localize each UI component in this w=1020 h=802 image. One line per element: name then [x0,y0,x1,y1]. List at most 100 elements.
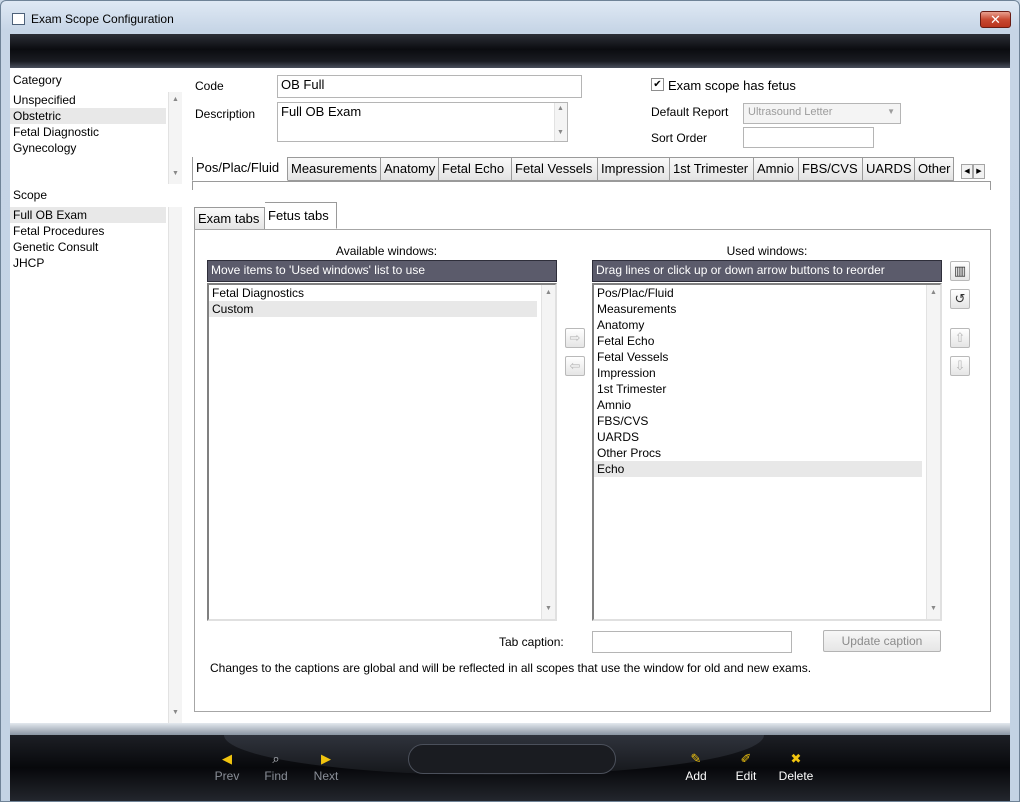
list-item[interactable]: Custom [209,301,537,317]
list-item[interactable]: FBS/CVS [594,413,940,429]
main-tabstrip: Pos/Plac/Fluid Measurements Anatomy Feta… [192,157,954,181]
tab-exam-tabs[interactable]: Exam tabs [194,207,265,231]
tab-fetus-tabs[interactable]: Fetus tabs [265,202,337,229]
tab-fetal-echo[interactable]: Fetal Echo [439,157,512,181]
list-item[interactable]: UARDS [594,429,940,445]
find-icon: ⌕ [272,751,280,766]
tab-fbs-cvs[interactable]: FBS/CVS [799,157,863,181]
tab-scroll-arrows: ◀ ▶ [961,164,985,179]
tab-fetal-vessels[interactable]: Fetal Vessels [512,157,598,181]
columns-icon[interactable]: ▥ [950,261,970,281]
list-item[interactable]: Echo [594,461,922,477]
scroll-down-icon[interactable]: ▼ [172,709,179,716]
toolbar-center-pill [408,744,616,774]
list-item[interactable]: Measurements [594,301,940,317]
list-item[interactable]: Genetic Consult [10,239,182,255]
add-label: Add [685,769,707,783]
dropdown-arrow-icon[interactable]: ▼ [887,107,895,116]
tab-other-procs[interactable]: Other Procs [915,157,954,181]
move-right-icon[interactable]: ⇨ [565,328,585,348]
list-item[interactable]: Full OB Exam [10,207,166,223]
description-label: Description [195,107,256,121]
available-scrollbar[interactable]: ▲ ▼ [541,285,555,619]
scroll-down-icon[interactable]: ▼ [557,129,564,136]
scroll-down-icon[interactable]: ▼ [172,170,179,177]
list-item[interactable]: Fetal Vessels [594,349,940,365]
scroll-up-icon[interactable]: ▲ [172,96,179,103]
category-list[interactable]: Unspecified Obstetric Fetal Diagnostic G… [10,92,182,184]
next-icon: ▶ [321,751,331,766]
sort-order-input[interactable] [743,127,874,148]
fetus-tabs-panel: Available windows: Move items to 'Used w… [194,229,991,712]
move-down-icon[interactable]: ⇩ [950,356,970,376]
code-label: Code [195,79,224,93]
available-windows-title: Available windows: [335,244,438,258]
scroll-down-icon[interactable]: ▼ [545,605,552,612]
description-scrollbar[interactable]: ▲ ▼ [554,103,567,141]
next-button[interactable]: ▶ Next [301,749,351,783]
tab-scroll-left-icon[interactable]: ◀ [961,164,973,179]
edit-button[interactable]: ✐ Edit [721,749,771,783]
category-scrollbar[interactable]: ▲ ▼ [168,92,182,184]
tab-impression[interactable]: Impression [598,157,670,181]
undo-icon[interactable]: ↺ [950,289,970,309]
list-item[interactable]: Obstetric [10,108,166,124]
scroll-up-icon[interactable]: ▲ [545,289,552,296]
scroll-up-icon[interactable]: ▲ [557,105,564,112]
window-title: Exam Scope Configuration [31,12,174,26]
scope-scrollbar[interactable]: ▼ [168,207,182,723]
tab-uards[interactable]: UARDS [863,157,915,181]
bottom-divider [10,723,1010,735]
title-bar: Exam Scope Configuration ✕ [1,1,1019,34]
description-input[interactable]: Full OB Exam [277,102,568,142]
add-button[interactable]: ✎ Add [671,749,721,783]
category-header: Category [13,73,62,87]
list-item[interactable]: Anatomy [594,317,940,333]
list-item[interactable]: 1st Trimester [594,381,940,397]
tab-caption-input[interactable] [592,631,792,653]
delete-button[interactable]: ✖ Delete [771,749,821,783]
tab-1st-trimester[interactable]: 1st Trimester [670,157,754,181]
list-item[interactable]: Fetal Procedures [10,223,182,239]
delete-label: Delete [778,769,814,783]
list-item[interactable]: Fetal Diagnostics [209,285,537,301]
list-item[interactable]: Fetal Diagnostic [10,124,182,140]
move-left-icon[interactable]: ⇦ [565,356,585,376]
available-windows-header: Move items to 'Used windows' list to use [207,260,557,282]
used-scrollbar[interactable]: ▲ ▼ [926,285,940,619]
tab-pos-plac-fluid[interactable]: Pos/Plac/Fluid [192,157,288,181]
update-caption-button[interactable]: Update caption [823,630,941,652]
tab-amnio[interactable]: Amnio [754,157,799,181]
scroll-up-icon[interactable]: ▲ [930,289,937,296]
tab-measurements[interactable]: Measurements [288,157,381,181]
prev-icon: ◀ [222,751,232,766]
next-label: Next [313,769,339,783]
code-input[interactable]: OB Full [277,75,582,98]
find-button[interactable]: ⌕ Find [251,749,301,783]
list-item[interactable]: Fetal Echo [594,333,940,349]
list-item[interactable]: Pos/Plac/Fluid [594,285,940,301]
list-item[interactable]: Other Procs [594,445,940,461]
default-report-label: Default Report [651,105,729,119]
available-windows-list[interactable]: Fetal Diagnostics Custom ▲ ▼ [207,283,557,621]
edit-icon: ✐ [740,751,752,766]
fetus-checkbox[interactable]: ✔ [651,78,664,91]
prev-button[interactable]: ◀ Prev [202,749,252,783]
used-windows-header: Drag lines or click up or down arrow but… [592,260,942,282]
list-item[interactable]: JHCP [10,255,182,271]
scope-list[interactable]: Full OB Exam Fetal Procedures Genetic Co… [10,207,182,723]
tab-scroll-right-icon[interactable]: ▶ [973,164,985,179]
default-report-select[interactable]: Ultrasound Letter ▼ [743,103,901,124]
used-windows-list[interactable]: Pos/Plac/Fluid Measurements Anatomy Feta… [592,283,942,621]
fetus-checkbox-label: Exam scope has fetus [668,78,796,93]
move-up-icon[interactable]: ⇧ [950,328,970,348]
close-button[interactable]: ✕ [980,11,1011,28]
scroll-down-icon[interactable]: ▼ [930,605,937,612]
list-item[interactable]: Unspecified [10,92,182,108]
sub-tabstrip: Exam tabs Fetus tabs [194,202,337,231]
list-item[interactable]: Gynecology [10,140,182,156]
header-banner [10,34,1010,68]
tab-anatomy[interactable]: Anatomy [381,157,439,181]
list-item[interactable]: Amnio [594,397,940,413]
list-item[interactable]: Impression [594,365,940,381]
